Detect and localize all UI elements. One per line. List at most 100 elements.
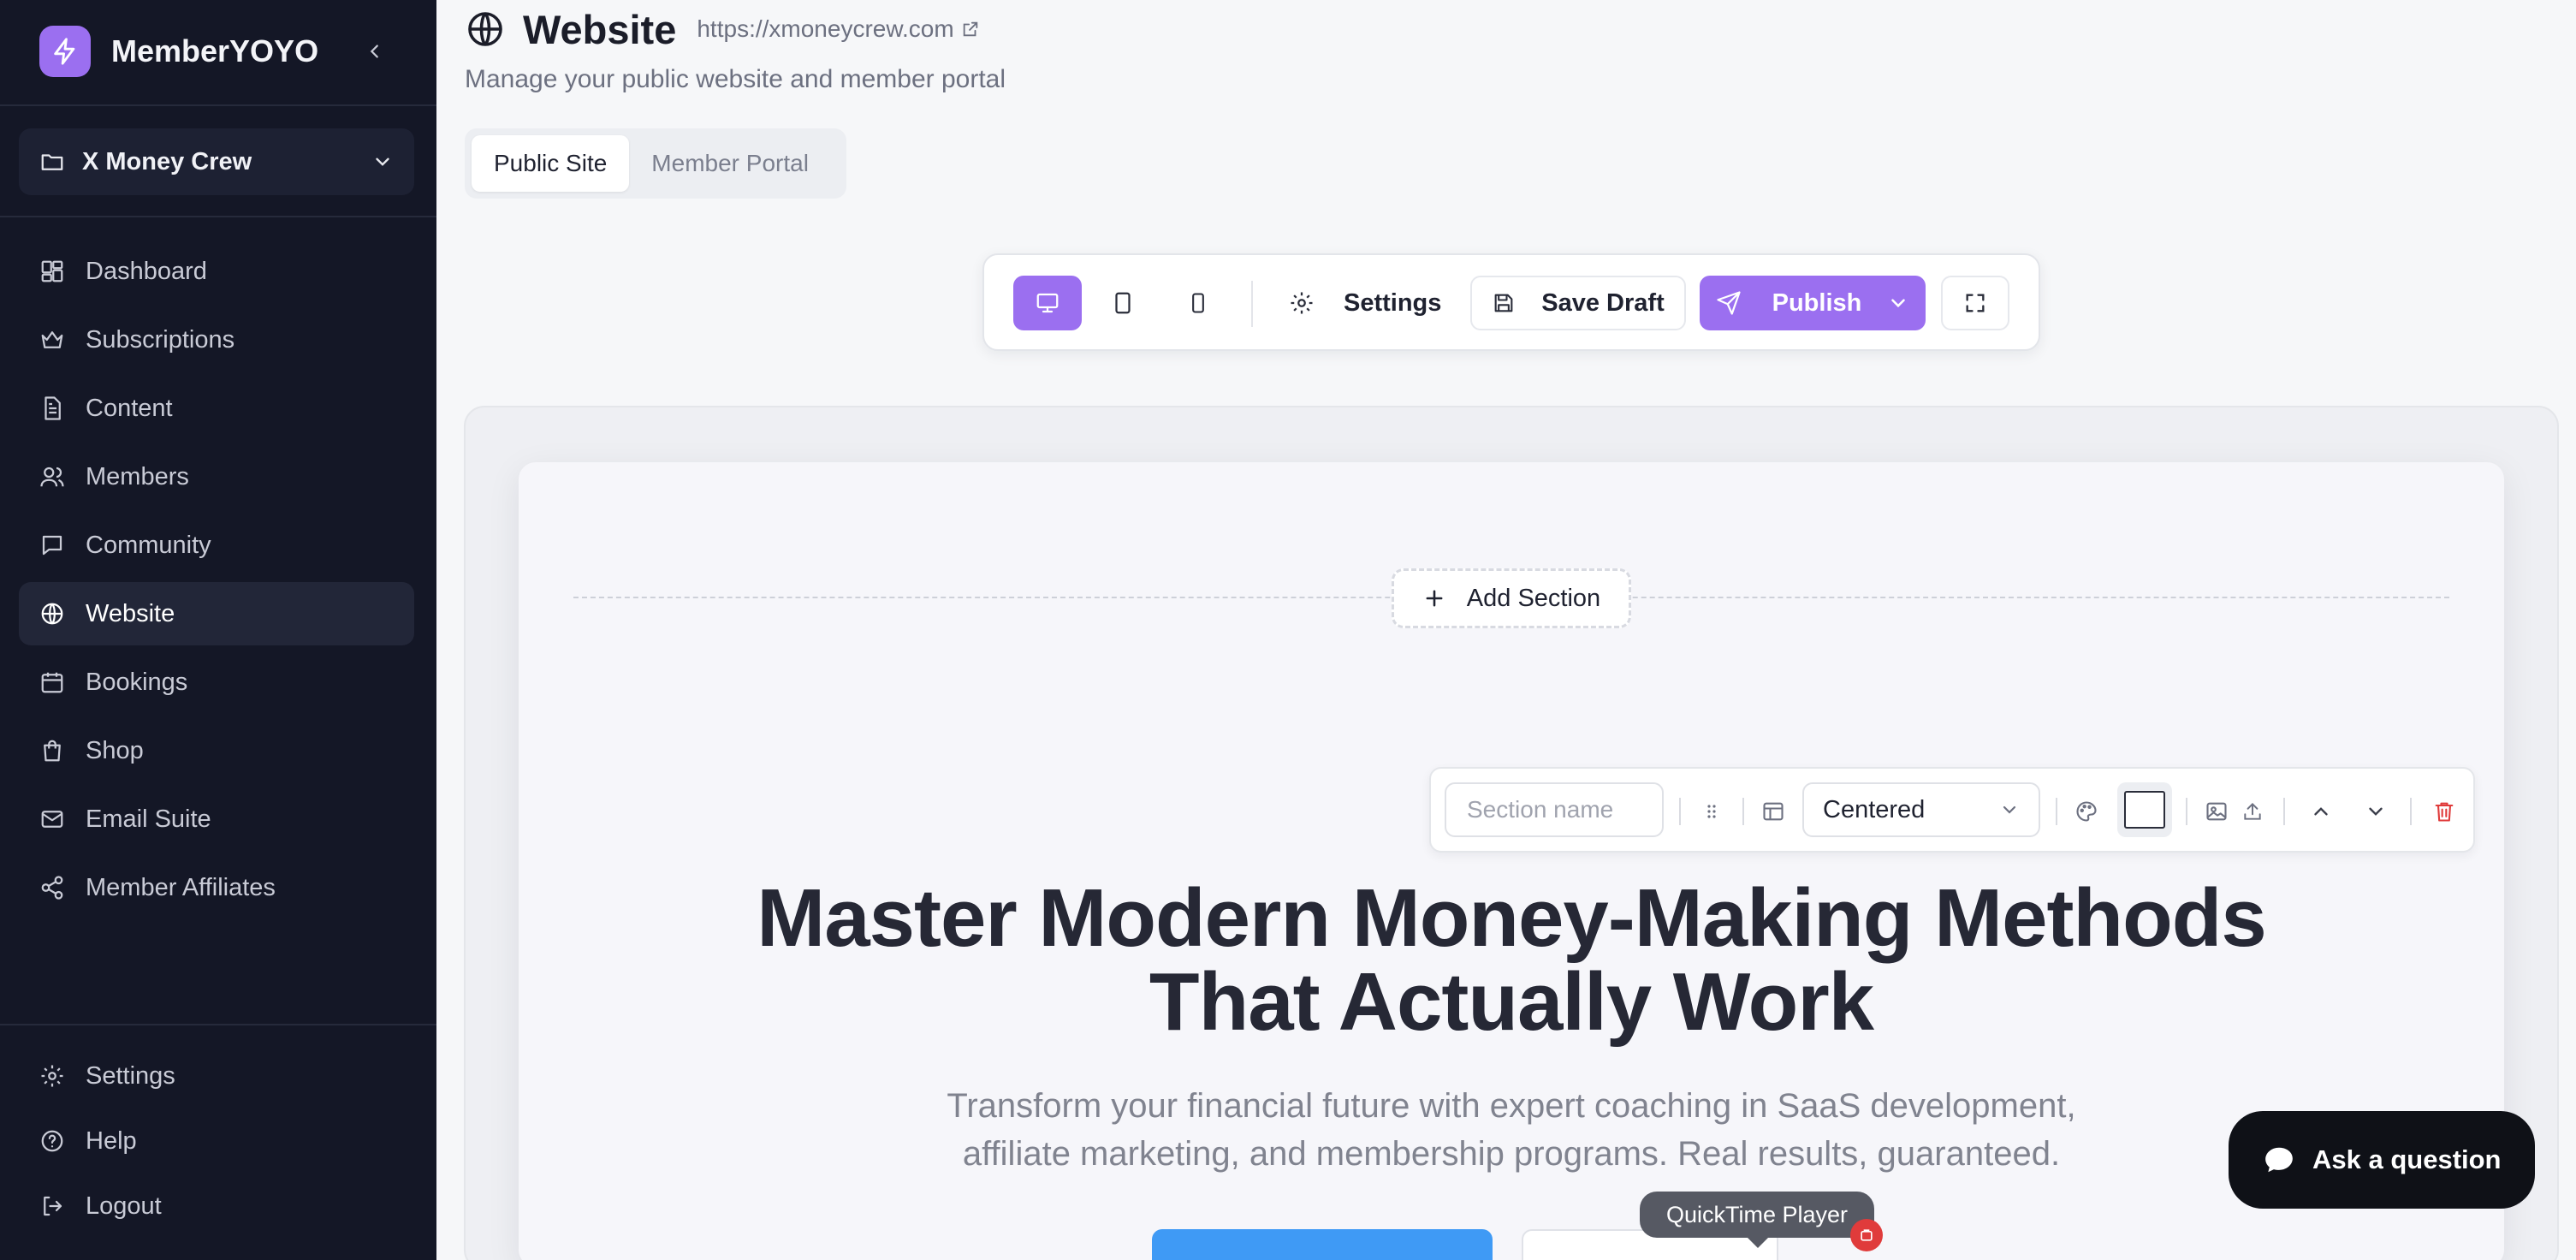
plus-icon bbox=[1422, 586, 1446, 610]
save-draft-label: Save Draft bbox=[1541, 288, 1665, 317]
sidebar-item-label: Shop bbox=[86, 736, 144, 764]
chevron-down-icon[interactable] bbox=[2355, 791, 2396, 832]
sidebar-item-label: Community bbox=[86, 531, 211, 559]
dashboard-icon bbox=[39, 259, 65, 284]
bag-icon bbox=[39, 738, 65, 764]
sidebar-divider bbox=[0, 216, 436, 217]
background-color-swatch[interactable] bbox=[2117, 782, 2172, 837]
sidebar-item-label: Settings bbox=[86, 1061, 175, 1090]
brand[interactable]: MemberYOYO bbox=[39, 26, 318, 77]
sidebar-item-label: Member Affiliates bbox=[86, 873, 276, 901]
quicktime-record-icon[interactable] bbox=[1850, 1219, 1883, 1251]
add-section-button[interactable]: Add Section bbox=[1392, 568, 1631, 628]
gear-icon bbox=[1289, 290, 1315, 316]
color-swatch bbox=[2124, 791, 2165, 829]
toolbar-divider bbox=[2410, 798, 2412, 825]
share-icon bbox=[39, 875, 65, 900]
chevron-down-icon bbox=[371, 151, 394, 173]
page-subtitle: Manage your public website and member po… bbox=[465, 65, 1006, 93]
sidebar-divider bbox=[0, 104, 436, 106]
crown-icon bbox=[39, 327, 65, 353]
chevron-down-icon bbox=[1999, 799, 2020, 820]
sidebar-item-logout[interactable]: Logout bbox=[19, 1174, 414, 1238]
sidebar-item-bookings[interactable]: Bookings bbox=[19, 651, 414, 714]
chevron-down-icon[interactable] bbox=[1887, 292, 1909, 314]
external-link-icon[interactable] bbox=[961, 20, 980, 39]
workspace-selector[interactable]: X Money Crew bbox=[19, 128, 414, 195]
chevron-up-icon[interactable] bbox=[2300, 791, 2342, 832]
fullscreen-button[interactable] bbox=[1941, 276, 2009, 330]
layout-select[interactable]: Centered bbox=[1802, 782, 2040, 837]
site-tabs: Public Site Member Portal bbox=[465, 128, 846, 199]
sidebar-item-label: Content bbox=[86, 394, 173, 422]
sidebar-item-label: Website bbox=[86, 599, 175, 627]
sidebar-item-label: Subscriptions bbox=[86, 325, 235, 354]
settings-button[interactable]: Settings bbox=[1275, 276, 1457, 330]
hero-title-line: Master Modern Money-Making Methods bbox=[757, 872, 2266, 964]
mobile-view-button[interactable] bbox=[1164, 276, 1232, 330]
tablet-icon bbox=[1110, 290, 1136, 316]
sidebar-item-members[interactable]: Members bbox=[19, 445, 414, 508]
hero-subtitle: Transform your financial future with exp… bbox=[929, 1082, 2093, 1178]
publish-button[interactable]: Publish bbox=[1700, 276, 1926, 330]
sidebar-nav: Dashboard Subscriptions Content Members … bbox=[19, 240, 414, 924]
tab-member-portal[interactable]: Member Portal bbox=[629, 135, 831, 192]
dock-tooltip: QuickTime Player bbox=[1640, 1192, 1874, 1238]
send-icon bbox=[1716, 290, 1742, 316]
sidebar-divider bbox=[0, 1024, 436, 1025]
chat-icon bbox=[39, 532, 65, 558]
sidebar-item-label: Help bbox=[86, 1126, 137, 1155]
image-icon[interactable] bbox=[2199, 791, 2234, 832]
palette-icon[interactable] bbox=[2066, 791, 2107, 832]
chat-bubble-icon bbox=[2263, 1144, 2295, 1176]
publish-label: Publish bbox=[1772, 288, 1862, 317]
sidebar: MemberYOYO X Money Crew Dashboard Subscr… bbox=[0, 0, 436, 1260]
hero-subtitle-line: affiliate marketing, and membership prog… bbox=[962, 1135, 2061, 1173]
toolbar-divider bbox=[1742, 798, 1744, 825]
section-toolbar: Centered bbox=[1429, 767, 2475, 853]
page-title: Website bbox=[523, 6, 677, 52]
folder-icon bbox=[39, 149, 65, 175]
toolbar-divider bbox=[1679, 798, 1681, 825]
trash-icon[interactable] bbox=[2424, 791, 2465, 832]
hero-primary-cta-button[interactable] bbox=[1152, 1229, 1493, 1260]
sidebar-item-subscriptions[interactable]: Subscriptions bbox=[19, 308, 414, 371]
sidebar-item-label: Bookings bbox=[86, 668, 188, 696]
tab-public-site[interactable]: Public Site bbox=[472, 135, 630, 192]
globe-icon bbox=[465, 9, 506, 50]
hero-title-line: That Actually Work bbox=[1149, 956, 1874, 1048]
desktop-view-button[interactable] bbox=[1013, 276, 1082, 330]
sidebar-item-website[interactable]: Website bbox=[19, 582, 414, 645]
sidebar-item-member-affiliates[interactable]: Member Affiliates bbox=[19, 856, 414, 919]
section-name-input[interactable] bbox=[1445, 782, 1664, 837]
calendar-icon bbox=[39, 669, 65, 695]
ask-question-button[interactable]: Ask a question bbox=[2229, 1111, 2535, 1209]
app-name: MemberYOYO bbox=[111, 33, 319, 68]
lightning-logo-icon bbox=[39, 26, 91, 77]
sidebar-item-settings[interactable]: Settings bbox=[19, 1044, 414, 1108]
upload-icon[interactable] bbox=[2235, 791, 2270, 832]
sidebar-item-label: Members bbox=[86, 462, 189, 490]
sidebar-item-dashboard[interactable]: Dashboard bbox=[19, 240, 414, 303]
save-draft-button[interactable]: Save Draft bbox=[1470, 276, 1686, 330]
desktop-icon bbox=[1035, 290, 1060, 316]
sidebar-item-content[interactable]: Content bbox=[19, 377, 414, 440]
site-url-link[interactable]: https://xmoneycrew.com bbox=[697, 15, 953, 43]
ask-question-label: Ask a question bbox=[2312, 1144, 2502, 1174]
workspace-name: X Money Crew bbox=[82, 147, 252, 175]
sidebar-item-help[interactable]: Help bbox=[19, 1109, 414, 1173]
sidebar-bottom-nav: Settings Help Logout bbox=[19, 1044, 414, 1239]
collapse-sidebar-icon[interactable] bbox=[359, 36, 390, 67]
sidebar-item-shop[interactable]: Shop bbox=[19, 719, 414, 782]
fullscreen-icon bbox=[1963, 291, 1987, 315]
drag-handle-icon[interactable] bbox=[1693, 791, 1730, 832]
mobile-icon bbox=[1186, 290, 1210, 316]
sidebar-item-email-suite[interactable]: Email Suite bbox=[19, 788, 414, 851]
toolbar-divider bbox=[2186, 798, 2187, 825]
sidebar-item-label: Email Suite bbox=[86, 805, 211, 833]
logout-icon bbox=[39, 1193, 65, 1219]
tablet-view-button[interactable] bbox=[1089, 276, 1157, 330]
mail-icon bbox=[39, 806, 65, 832]
sidebar-item-community[interactable]: Community bbox=[19, 514, 414, 577]
gear-icon bbox=[39, 1063, 65, 1089]
